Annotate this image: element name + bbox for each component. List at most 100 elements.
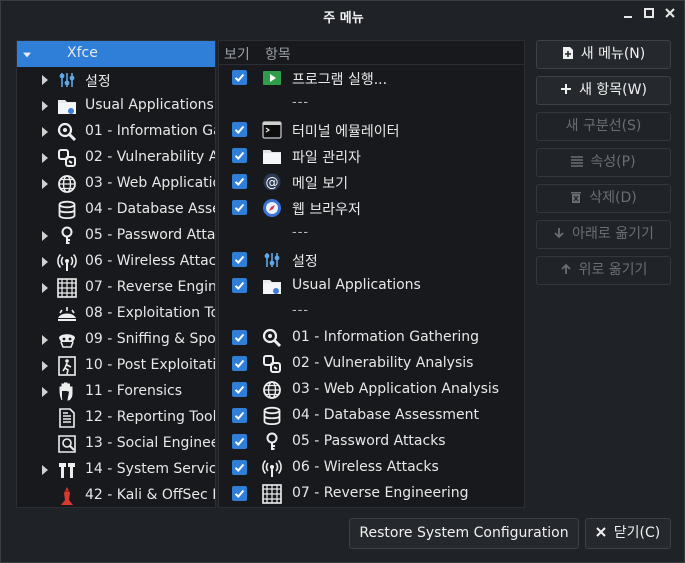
tree-item[interactable]: 10 - Post Exploitation bbox=[17, 353, 215, 379]
visible-checkbox[interactable] bbox=[232, 278, 247, 293]
visible-checkbox[interactable] bbox=[232, 330, 247, 345]
list-item[interactable]: @ 메일 보기 bbox=[219, 169, 524, 195]
visible-checkbox[interactable] bbox=[232, 356, 247, 371]
wireless-icon bbox=[57, 252, 77, 272]
tree-item[interactable]: 설정 bbox=[17, 67, 215, 93]
list-item-label: 설정 bbox=[292, 254, 318, 270]
move-down-button[interactable]: 아래로 옮기기 bbox=[536, 220, 671, 249]
close-icon[interactable] bbox=[662, 7, 678, 23]
chevron-right-icon[interactable] bbox=[41, 361, 49, 371]
chevron-right-icon[interactable] bbox=[41, 283, 49, 293]
column-header-item[interactable]: 항목 bbox=[265, 44, 291, 64]
column-header-visible[interactable]: 보기 bbox=[224, 44, 250, 64]
chevron-right-icon[interactable] bbox=[41, 127, 49, 137]
chevron-right-icon[interactable] bbox=[41, 465, 49, 475]
tree-item[interactable]: 02 - Vulnerability Analysis bbox=[17, 145, 215, 171]
new-menu-button[interactable]: 새 메뉴(N) bbox=[536, 40, 671, 69]
visible-checkbox[interactable] bbox=[232, 200, 247, 215]
separator-row[interactable]: --- bbox=[219, 91, 524, 117]
list-item[interactable]: 파일 관리자 bbox=[219, 143, 524, 169]
list-item[interactable]: 06 - Wireless Attacks bbox=[219, 455, 524, 481]
new-item-button[interactable]: 새 항목(W) bbox=[536, 76, 671, 105]
sniffing-icon bbox=[57, 330, 77, 350]
list-item[interactable]: 프로그램 실행... bbox=[219, 65, 524, 91]
list-item[interactable]: 05 - Password Attacks bbox=[219, 429, 524, 455]
separator-row[interactable]: --- bbox=[219, 299, 524, 325]
tree-item[interactable]: 04 - Database Assessment bbox=[17, 197, 215, 223]
properties-button[interactable]: 속성(P) bbox=[536, 148, 671, 177]
tree-item[interactable]: 12 - Reporting Tools bbox=[17, 405, 215, 431]
svg-text:@: @ bbox=[266, 176, 279, 191]
tree-item[interactable]: 13 - Social Engineering Tools bbox=[17, 431, 215, 457]
visible-checkbox[interactable] bbox=[232, 70, 247, 85]
tree-item[interactable]: 06 - Wireless Attacks bbox=[17, 249, 215, 275]
close-label: 닫기(C) bbox=[613, 525, 661, 541]
chevron-down-icon[interactable] bbox=[23, 50, 31, 60]
maximize-icon[interactable] bbox=[641, 7, 657, 23]
delete-icon bbox=[571, 192, 582, 203]
visible-checkbox[interactable] bbox=[232, 460, 247, 475]
delete-button[interactable]: 삭제(D) bbox=[536, 184, 671, 213]
list-item[interactable]: 02 - Vulnerability Analysis bbox=[219, 351, 524, 377]
tree-item[interactable]: 05 - Password Attacks bbox=[17, 223, 215, 249]
list-item[interactable]: 설정 bbox=[219, 247, 524, 273]
folder-icon bbox=[57, 96, 77, 116]
chevron-right-icon[interactable] bbox=[41, 257, 49, 267]
list-item[interactable]: 웹 브라우저 bbox=[219, 195, 524, 221]
visible-checkbox[interactable] bbox=[232, 408, 247, 423]
exploit-icon bbox=[57, 304, 77, 324]
move-up-button[interactable]: 위로 옮기기 bbox=[536, 256, 671, 285]
new-separator-label: 새 구분선(S) bbox=[565, 118, 642, 134]
visible-checkbox[interactable] bbox=[232, 148, 247, 163]
chevron-right-icon[interactable] bbox=[41, 101, 49, 111]
list-item[interactable]: Usual Applications bbox=[219, 273, 524, 299]
tree-item[interactable]: Usual Applications bbox=[17, 93, 215, 119]
visible-checkbox[interactable] bbox=[232, 252, 247, 267]
checkmark-icon bbox=[234, 73, 245, 82]
vulnerability-icon bbox=[57, 148, 77, 168]
chevron-right-icon[interactable] bbox=[41, 153, 49, 163]
folder-icon bbox=[262, 276, 282, 296]
new-item-label: 새 항목(W) bbox=[579, 82, 647, 98]
list-item[interactable]: 01 - Information Gathering bbox=[219, 325, 524, 351]
new-separator-button[interactable]: 새 구분선(S) bbox=[536, 112, 671, 141]
visible-checkbox[interactable] bbox=[232, 486, 247, 501]
tree-item[interactable]: 03 - Web Application Analysis bbox=[17, 171, 215, 197]
menu-items-list[interactable]: 보기 항목 프로그램 실행... --- 터미널 에뮬레이터 파일 관리자 @ 메일 보기… bbox=[218, 40, 525, 508]
minimize-icon[interactable] bbox=[620, 7, 636, 23]
list-item[interactable]: 04 - Database Assessment bbox=[219, 403, 524, 429]
list-item[interactable]: 터미널 에뮬레이터 bbox=[219, 117, 524, 143]
chevron-right-icon[interactable] bbox=[41, 179, 49, 189]
menu-tree[interactable]: Xfce 설정 Usual Applications 01 - Informatio… bbox=[16, 40, 216, 508]
checkmark-icon bbox=[234, 125, 245, 134]
visible-checkbox[interactable] bbox=[232, 382, 247, 397]
tree-item[interactable]: 07 - Reverse Engineering bbox=[17, 275, 215, 301]
list-item-label: 파일 관리자 bbox=[292, 150, 361, 166]
list-item-label: 04 - Database Assessment bbox=[292, 407, 479, 423]
list-item-label: 프로그램 실행... bbox=[292, 72, 388, 88]
chevron-right-icon[interactable] bbox=[41, 231, 49, 241]
chevron-right-icon[interactable] bbox=[41, 75, 49, 85]
visible-checkbox[interactable] bbox=[232, 122, 247, 137]
restore-system-configuration-button[interactable]: Restore System Configuration bbox=[349, 518, 579, 549]
vulnerability-icon bbox=[262, 354, 282, 374]
visible-checkbox[interactable] bbox=[232, 174, 247, 189]
chevron-right-icon[interactable] bbox=[41, 387, 49, 397]
visible-checkbox[interactable] bbox=[232, 434, 247, 449]
tree-item[interactable]: 01 - Information Gathering bbox=[17, 119, 215, 145]
chevron-right-icon[interactable] bbox=[41, 335, 49, 345]
list-item[interactable]: 03 - Web Application Analysis bbox=[219, 377, 524, 403]
close-button[interactable]: 닫기(C) bbox=[585, 518, 671, 549]
tree-item[interactable]: 11 - Forensics bbox=[17, 379, 215, 405]
tree-item[interactable]: 08 - Exploitation Tools bbox=[17, 301, 215, 327]
tree-item-xfce[interactable]: Xfce bbox=[17, 41, 215, 67]
tree-item[interactable]: 42 - Kali & OffSec Links bbox=[17, 483, 215, 507]
checkmark-icon bbox=[234, 489, 245, 498]
list-item[interactable]: 07 - Reverse Engineering bbox=[219, 481, 524, 507]
tree-item[interactable]: 09 - Sniffing & Spoofing bbox=[17, 327, 215, 353]
globe-icon bbox=[57, 174, 77, 194]
tree-item[interactable]: 14 - System Services bbox=[17, 457, 215, 483]
kali-icon bbox=[57, 486, 77, 506]
separator-row[interactable]: --- bbox=[219, 221, 524, 247]
key-icon bbox=[57, 226, 77, 246]
